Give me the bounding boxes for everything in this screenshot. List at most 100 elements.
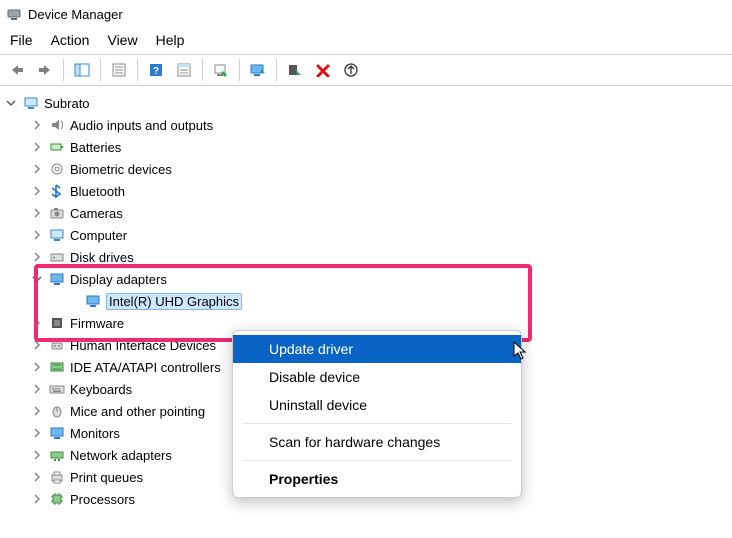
tree-item-label: Human Interface Devices (70, 338, 216, 353)
menu-help[interactable]: Help (156, 32, 185, 48)
tree-item-diskdrives[interactable]: Disk drives (4, 246, 732, 268)
action-list-icon[interactable] (171, 57, 197, 83)
tree-item-label: Display adapters (70, 272, 167, 287)
menubar: File Action View Help (0, 28, 732, 54)
batteries-icon (48, 138, 66, 156)
toolbar-separator (276, 59, 277, 81)
context-menu: Update driver Disable device Uninstall d… (232, 330, 522, 498)
forward-button[interactable] (32, 57, 58, 83)
toolbar-separator (202, 59, 203, 81)
tree-item-label: Network adapters (70, 448, 172, 463)
tree-item-label: Batteries (70, 140, 121, 155)
back-button[interactable] (4, 57, 30, 83)
tree-item-computer[interactable]: Computer (4, 224, 732, 246)
chevron-right-icon[interactable] (30, 470, 44, 484)
toolbar: ? (0, 54, 732, 86)
display-icon (84, 292, 102, 310)
chevron-right-icon[interactable] (30, 228, 44, 242)
context-update-driver[interactable]: Update driver (233, 335, 521, 363)
chevron-right-icon[interactable] (30, 184, 44, 198)
tree-item-audio[interactable]: Audio inputs and outputs (4, 114, 732, 136)
tree-item-label: IDE ATA/ATAPI controllers (70, 360, 221, 375)
menu-file[interactable]: File (10, 32, 33, 48)
chevron-right-icon[interactable] (30, 316, 44, 330)
tree-item-label: Keyboards (70, 382, 132, 397)
uninstall-device-icon[interactable] (310, 57, 336, 83)
computer-icon (22, 94, 40, 112)
chevron-right-icon[interactable] (30, 492, 44, 506)
display-icon (48, 270, 66, 288)
firmware-icon (48, 314, 66, 332)
mice-icon (48, 402, 66, 420)
tree-item-bluetooth[interactable]: Bluetooth (4, 180, 732, 202)
chevron-right-icon[interactable] (30, 118, 44, 132)
help-icon[interactable]: ? (143, 57, 169, 83)
tree-item-label: Bluetooth (70, 184, 125, 199)
tree-item-biometric[interactable]: Biometric devices (4, 158, 732, 180)
chevron-down-icon[interactable] (30, 272, 44, 286)
chevron-right-icon[interactable] (30, 382, 44, 396)
properties-icon[interactable] (106, 57, 132, 83)
context-separator (243, 460, 511, 461)
tree-item-label: Mice and other pointing (70, 404, 205, 419)
chevron-right-icon[interactable] (30, 338, 44, 352)
cameras-icon (48, 204, 66, 222)
biometric-icon (48, 160, 66, 178)
tree-item-batteries[interactable]: Batteries (4, 136, 732, 158)
tree-item-label: Biometric devices (70, 162, 172, 177)
audio-icon (48, 116, 66, 134)
window-title: Device Manager (28, 7, 123, 22)
processors-icon (48, 490, 66, 508)
tree-item-label: Print queues (70, 470, 143, 485)
chevron-right-icon[interactable] (30, 426, 44, 440)
context-scan-hardware[interactable]: Scan for hardware changes (233, 428, 521, 456)
tree-root[interactable]: Subrato (4, 92, 732, 114)
tree-item-label: Monitors (70, 426, 120, 441)
bluetooth-icon (48, 182, 66, 200)
chevron-right-icon[interactable] (30, 162, 44, 176)
context-uninstall-device[interactable]: Uninstall device (233, 391, 521, 419)
svg-text:?: ? (153, 66, 159, 77)
tree-item-cameras[interactable]: Cameras (4, 202, 732, 224)
context-properties[interactable]: Properties (233, 465, 521, 493)
ide-icon (48, 358, 66, 376)
scan-hardware-icon[interactable] (208, 57, 234, 83)
chevron-right-icon[interactable] (30, 360, 44, 374)
show-hide-console-icon[interactable] (69, 57, 95, 83)
tree-item-display-child[interactable]: Intel(R) UHD Graphics (4, 290, 732, 312)
chevron-right-icon[interactable] (30, 206, 44, 220)
tree-item-label: Disk drives (70, 250, 134, 265)
chevron-right-icon[interactable] (30, 448, 44, 462)
refresh-icon[interactable] (338, 57, 364, 83)
tree-item-label: Intel(R) UHD Graphics (106, 293, 242, 310)
toolbar-separator (239, 59, 240, 81)
titlebar: Device Manager (0, 0, 732, 28)
toolbar-separator (63, 59, 64, 81)
tree-root-label: Subrato (44, 96, 90, 111)
hid-icon (48, 336, 66, 354)
chevron-right-icon[interactable] (30, 140, 44, 154)
context-separator (243, 423, 511, 424)
tree-item-label: Computer (70, 228, 127, 243)
toolbar-separator (137, 59, 138, 81)
diskdrives-icon (48, 248, 66, 266)
network-icon (48, 446, 66, 464)
app-icon (6, 6, 22, 22)
menu-action[interactable]: Action (51, 32, 90, 48)
tree-item-label: Audio inputs and outputs (70, 118, 213, 133)
chevron-down-icon[interactable] (4, 96, 18, 110)
toolbar-separator (100, 59, 101, 81)
chevron-right-icon[interactable] (30, 250, 44, 264)
tree-item-label: Processors (70, 492, 135, 507)
disable-device-icon[interactable] (282, 57, 308, 83)
menu-view[interactable]: View (107, 32, 137, 48)
tree-item-label: Cameras (70, 206, 123, 221)
monitors-icon (48, 424, 66, 442)
chevron-right-icon[interactable] (30, 404, 44, 418)
tree-item-display[interactable]: Display adapters (4, 268, 732, 290)
keyboards-icon (48, 380, 66, 398)
printqueues-icon (48, 468, 66, 486)
update-driver-icon[interactable] (245, 57, 271, 83)
tree-item-label: Firmware (70, 316, 124, 331)
context-disable-device[interactable]: Disable device (233, 363, 521, 391)
